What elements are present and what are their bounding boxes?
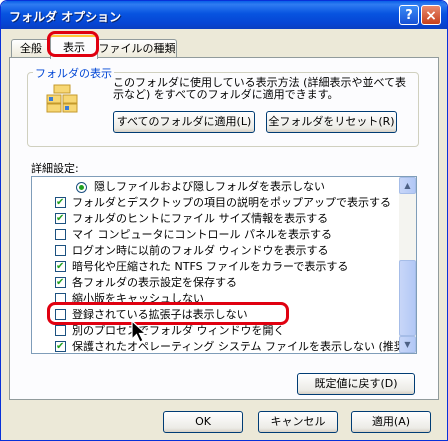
list-item-label: フォルダとデスクトップの項目の説明をポップアップで表示する bbox=[72, 196, 391, 209]
checkbox[interactable] bbox=[55, 211, 66, 227]
help-button[interactable]: ? bbox=[399, 5, 419, 25]
checkbox[interactable] bbox=[55, 195, 66, 211]
list-item[interactable]: フォルダのヒントにファイル サイズ情報を表示する bbox=[32, 211, 398, 227]
folder-view-icon bbox=[46, 84, 78, 113]
list-item[interactable]: マイ コンピュータにコントロール パネルを表示する bbox=[32, 227, 398, 243]
list-item-label: 各フォルダの表示設定を保存する bbox=[72, 276, 237, 289]
list-item[interactable]: 隠しファイルおよび隠しフォルダを表示しない bbox=[32, 179, 398, 195]
cancel-button[interactable]: キャンセル bbox=[258, 411, 338, 433]
list-item[interactable]: 保護されたオペレーティング システム ファイルを表示しない (推奨) bbox=[32, 339, 409, 353]
checkbox[interactable] bbox=[55, 245, 66, 256]
mouse-cursor-icon bbox=[131, 320, 148, 343]
checkbox[interactable] bbox=[55, 275, 66, 291]
checkbox[interactable] bbox=[55, 259, 66, 275]
checkbox[interactable] bbox=[55, 229, 66, 240]
restore-defaults-button[interactable]: 既定値に戻す(D) bbox=[297, 373, 415, 395]
item-highlight-annotation bbox=[47, 302, 289, 325]
title-bar[interactable]: フォルダ オプション ? × bbox=[1, 1, 447, 29]
list-item-label: 保護されたオペレーティング システム ファイルを表示しない (推奨) bbox=[72, 340, 410, 353]
folder-view-title: フォルダの表示 bbox=[33, 65, 114, 81]
list-item-label: 暗号化や圧縮された NTFS ファイルをカラーで表示する bbox=[72, 260, 349, 273]
folder-options-dialog: フォルダ オプション ? × 全般 表示 ファイルの種類 フォルダの表示 このフ… bbox=[0, 0, 448, 441]
tab-highlight-annotation bbox=[47, 31, 99, 57]
vertical-scrollbar[interactable]: ▲ ▼ bbox=[399, 177, 416, 353]
scroll-down-icon[interactable]: ▼ bbox=[399, 336, 416, 353]
list-item[interactable]: 暗号化や圧縮された NTFS ファイルをカラーで表示する bbox=[32, 259, 398, 275]
apply-button[interactable]: 適用(A) bbox=[351, 411, 431, 433]
window-title: フォルダ オプション bbox=[9, 10, 122, 24]
list-item-label: ログオン時に以前のフォルダ ウィンドウを表示する bbox=[72, 244, 329, 257]
radio-button[interactable] bbox=[76, 182, 87, 193]
advanced-settings-list[interactable]: 隠しファイルおよび隠しフォルダを表示しない フォルダとデスクトップの項目の説明を… bbox=[31, 176, 417, 354]
scroll-up-icon[interactable]: ▲ bbox=[399, 177, 416, 194]
list-item-label: マイ コンピュータにコントロール パネルを表示する bbox=[72, 228, 332, 241]
tab-file-types[interactable]: ファイルの種類 bbox=[97, 39, 177, 58]
apply-to-all-folders-button[interactable]: すべてのフォルダに適用(L) bbox=[113, 111, 255, 133]
list-item-label: 隠しファイルおよび隠しフォルダを表示しない bbox=[94, 180, 325, 193]
reset-all-folders-button[interactable]: 全フォルダをリセット(R) bbox=[266, 111, 397, 133]
list-item[interactable]: 別のプロセスでフォルダ ウィンドウを開く bbox=[32, 323, 398, 339]
scroll-thumb[interactable] bbox=[399, 260, 416, 336]
folder-view-description: このフォルダに使用している表示方法 (詳細表示や並べて表示など) をすべてのフォ… bbox=[113, 76, 407, 101]
tab-general[interactable]: 全般 bbox=[11, 39, 51, 58]
list-item[interactable]: フォルダとデスクトップの項目の説明をポップアップで表示する bbox=[32, 195, 398, 211]
list-item[interactable]: ログオン時に以前のフォルダ ウィンドウを表示する bbox=[32, 243, 398, 259]
list-item-label: 別のプロセスでフォルダ ウィンドウを開く bbox=[72, 324, 285, 337]
close-button[interactable]: × bbox=[421, 5, 441, 25]
checkbox[interactable] bbox=[55, 325, 66, 336]
ok-button[interactable]: OK bbox=[163, 411, 243, 433]
list-item[interactable]: 各フォルダの表示設定を保存する bbox=[32, 275, 398, 291]
advanced-settings-label: 詳細設定: bbox=[31, 162, 79, 175]
checkbox[interactable] bbox=[55, 339, 66, 353]
list-item-label: フォルダのヒントにファイル サイズ情報を表示する bbox=[72, 212, 329, 225]
